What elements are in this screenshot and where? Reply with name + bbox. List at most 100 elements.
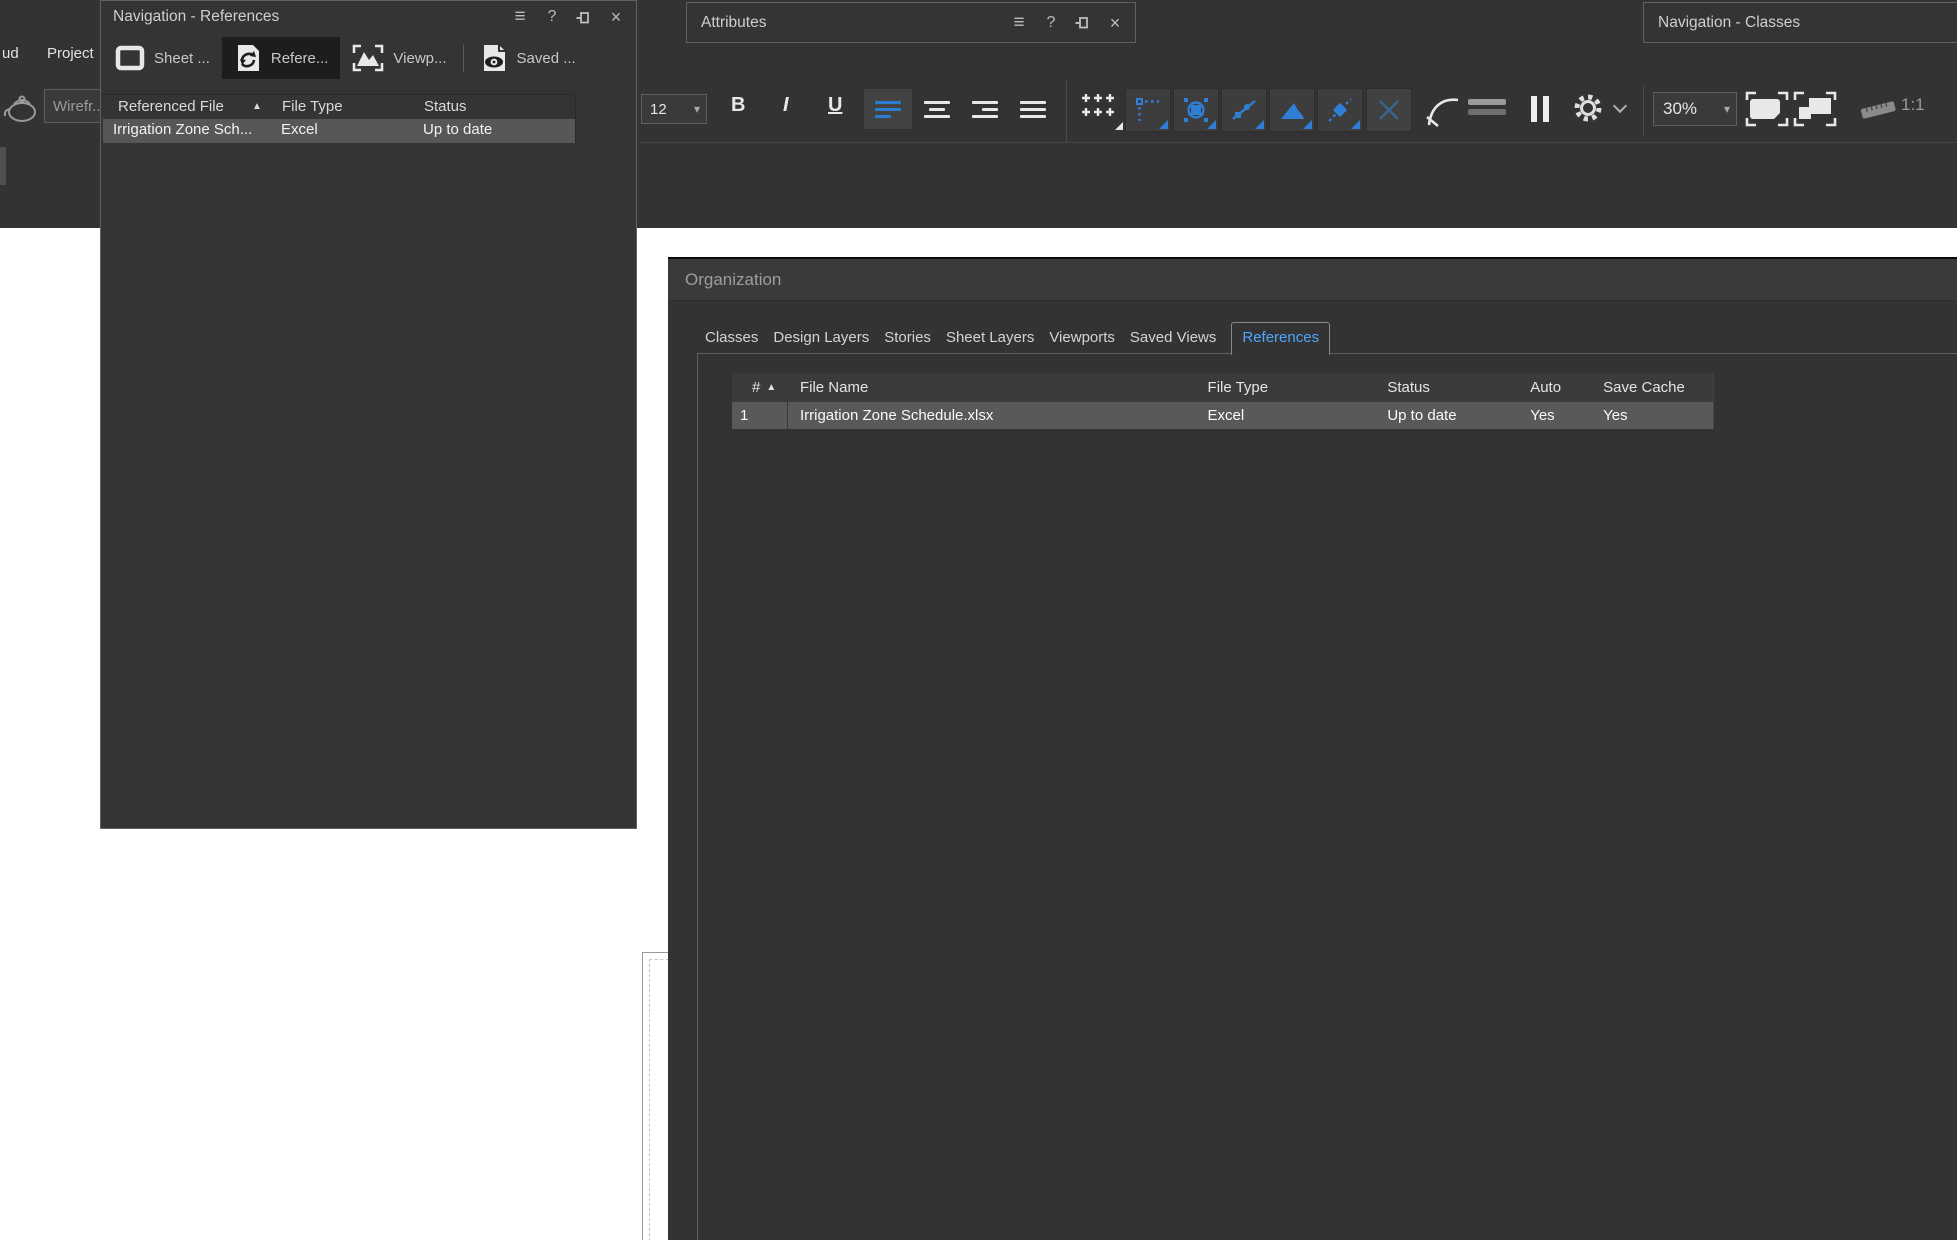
tab-references[interactable]: Refere...	[222, 37, 341, 79]
column-number[interactable]: # ▲	[732, 373, 788, 402]
dialog-titlebar[interactable]: Organization	[668, 259, 1957, 301]
column-status[interactable]: Status	[1381, 373, 1524, 402]
toolbar-divider	[463, 44, 464, 72]
column-referenced-file[interactable]: Referenced File	[118, 98, 224, 115]
column-status[interactable]: Status	[424, 98, 467, 115]
reference-row[interactable]: Irrigation Zone Sch... Excel Up to date	[103, 119, 575, 143]
cell-file-name: Irrigation Zone Schedule.xlsx	[788, 402, 1202, 429]
tool-palette-edge	[0, 147, 6, 185]
column-divider	[575, 94, 576, 143]
reference-row[interactable]: 1 Irrigation Zone Schedule.xlsx Excel Up…	[732, 402, 1714, 429]
underline-button[interactable]: U	[828, 94, 842, 117]
tab-classes[interactable]: Classes	[705, 323, 758, 354]
references-table-header[interactable]: Referenced File ▲ File Type Status	[102, 94, 575, 118]
zoom-level-value: 30%	[1663, 99, 1697, 119]
smart-points-button[interactable]	[1125, 88, 1171, 132]
references-table: # ▲ File Name File Type Status Auto Save…	[732, 373, 1714, 429]
italic-button[interactable]: I	[783, 94, 789, 117]
tab-design-layers[interactable]: Design Layers	[773, 323, 869, 354]
attributes-palette: Attributes ≡ ? ×	[686, 2, 1136, 43]
zoom-level-select[interactable]: 30% ▾	[1653, 92, 1737, 126]
snap-grid-button[interactable]	[1081, 92, 1123, 130]
snap-angle-icon	[1279, 97, 1305, 123]
snap-intersection-icon	[1376, 97, 1402, 123]
drawing-scale-label: 1:1	[1901, 95, 1925, 115]
close-icon[interactable]: ×	[1107, 15, 1123, 31]
attributes-palette-titlebar[interactable]: Attributes ≡ ? ×	[687, 3, 1135, 42]
help-icon[interactable]: ?	[544, 9, 560, 25]
references-tab-panel	[697, 353, 1957, 1240]
align-justify-button[interactable]	[1009, 89, 1057, 129]
pause-icon	[1531, 96, 1537, 122]
snap-object-button[interactable]	[1173, 88, 1219, 132]
snap-intersection-button[interactable]	[1366, 88, 1412, 132]
ruler-icon	[1858, 97, 1898, 121]
tab-stories[interactable]: Stories	[884, 323, 931, 354]
tab-saved-views[interactable]: Saved ...	[468, 37, 588, 79]
cell-status: Up to date	[423, 121, 492, 138]
align-center-icon	[924, 101, 950, 104]
column-file-name[interactable]: File Name	[788, 373, 1202, 402]
palette-title: Attributes	[687, 14, 766, 32]
snap-edge-button[interactable]	[1221, 88, 1267, 132]
column-file-type[interactable]: File Type	[1202, 373, 1382, 402]
pin-icon[interactable]	[1075, 15, 1091, 30]
smart-edge-icon	[1327, 97, 1353, 123]
render-teapot-icon[interactable]	[2, 90, 40, 124]
references-palette-tabs: Sheet ... Refere... Viewp...	[103, 35, 588, 81]
palette-menu-icon[interactable]: ≡	[1011, 15, 1027, 31]
sheet-page-border	[642, 952, 668, 1240]
smart-points-icon	[1135, 97, 1161, 123]
dialog-tabs: Classes Design Layers Stories Sheet Laye…	[705, 321, 1330, 354]
align-right-button[interactable]	[961, 89, 1009, 129]
tab-viewports[interactable]: Viewp...	[340, 37, 458, 79]
snap-tangent-icon[interactable]	[1425, 92, 1461, 128]
palette-title: Navigation - References	[101, 8, 279, 26]
font-size-select[interactable]: 12 ▾	[641, 94, 707, 124]
palette-title: Navigation - Classes	[1644, 14, 1800, 32]
menu-item-ud[interactable]: ud	[2, 45, 19, 62]
column-auto[interactable]: Auto	[1524, 373, 1597, 402]
cell-file-type: Excel	[281, 121, 318, 138]
toolbar-divider	[640, 142, 1957, 143]
pause-snapping-button[interactable]	[1531, 96, 1549, 122]
bold-button[interactable]: B	[731, 94, 745, 117]
cell-number: 1	[732, 402, 788, 429]
gear-icon[interactable]	[1572, 92, 1604, 124]
tab-sheet-layers[interactable]: Sheet Layers	[946, 323, 1034, 354]
tab-sheet-layers[interactable]: Sheet ...	[103, 37, 222, 79]
tab-saved-views[interactable]: Saved Views	[1130, 323, 1216, 354]
classes-palette-titlebar[interactable]: Navigation - Classes	[1644, 3, 1957, 42]
references-palette-titlebar[interactable]: Navigation - References ≡ ? ×	[101, 1, 636, 33]
sheet-layers-icon	[115, 45, 145, 71]
smart-edge-button[interactable]	[1317, 88, 1363, 132]
cell-file-type: Excel	[1202, 402, 1382, 429]
align-center-button[interactable]	[913, 89, 961, 129]
fit-to-page-button[interactable]	[1745, 90, 1789, 128]
dialog-title: Organization	[668, 270, 781, 290]
align-left-button[interactable]	[864, 89, 912, 129]
snap-angle-button[interactable]	[1269, 88, 1315, 132]
render-mode-select[interactable]: Wirefr..	[44, 89, 102, 123]
column-save-cache[interactable]: Save Cache	[1597, 373, 1713, 402]
menu-item-project[interactable]: Project	[47, 45, 94, 62]
app-window: ud Project Wirefr.. 12 ▾ B I U	[0, 0, 1957, 1240]
tab-viewports[interactable]: Viewports	[1049, 323, 1115, 354]
palette-menu-icon[interactable]: ≡	[512, 9, 528, 25]
tab-references[interactable]: References	[1231, 322, 1330, 355]
close-icon[interactable]: ×	[608, 9, 624, 25]
font-size-value: 12	[650, 101, 667, 118]
snap-edge-icon	[1231, 97, 1257, 123]
pin-icon[interactable]	[576, 10, 592, 25]
toolbar-section-divider	[1066, 80, 1067, 142]
fit-to-objects-button[interactable]	[1793, 90, 1837, 128]
cell-status: Up to date	[1381, 402, 1524, 429]
cell-auto: Yes	[1524, 402, 1597, 429]
render-mode-value: Wirefr..	[53, 98, 101, 115]
references-palette: Navigation - References ≡ ? × Sheet ...	[100, 0, 637, 829]
help-icon[interactable]: ?	[1043, 15, 1059, 31]
cell-referenced-file: Irrigation Zone Sch...	[113, 121, 252, 138]
column-file-type[interactable]: File Type	[282, 98, 343, 115]
references-table-header[interactable]: # ▲ File Name File Type Status Auto Save…	[732, 373, 1714, 402]
constrain-parallel-icon[interactable]	[1468, 99, 1506, 119]
